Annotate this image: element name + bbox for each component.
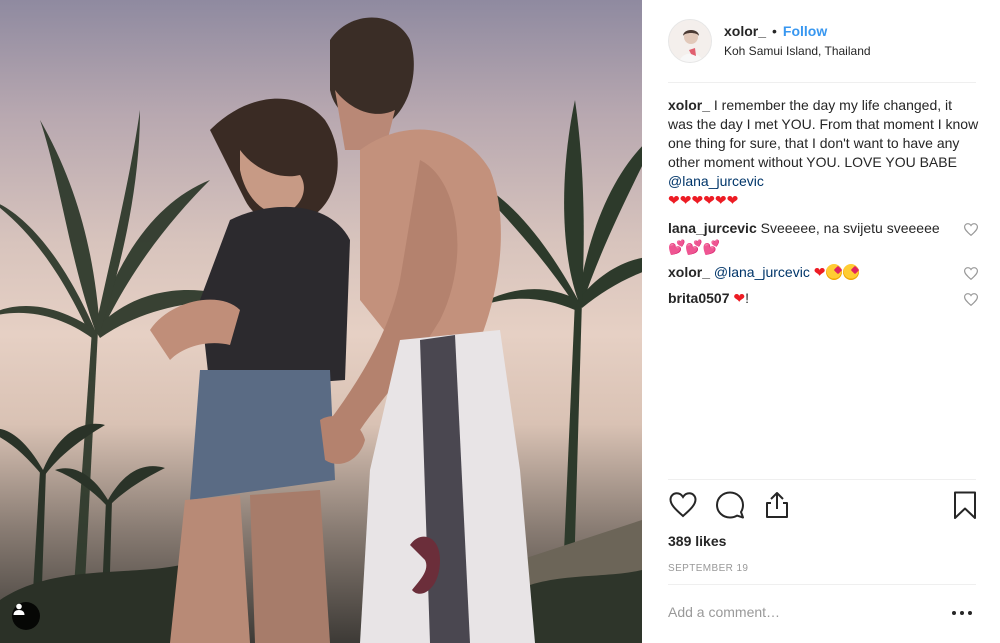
- photo-illustration: [0, 17, 642, 643]
- speech-bubble-icon[interactable]: [715, 490, 745, 520]
- comment-like-icon[interactable]: [964, 267, 978, 280]
- share-icon[interactable]: [762, 490, 792, 520]
- comment-username[interactable]: xolor_: [668, 264, 710, 280]
- comment-like-icon[interactable]: [964, 223, 978, 236]
- action-bar: [668, 490, 978, 524]
- likes-count[interactable]: 389 likes: [668, 533, 726, 549]
- comment-mention[interactable]: @lana_jurcevic: [714, 264, 810, 280]
- comment-text: !: [745, 290, 749, 306]
- comment-username[interactable]: lana_jurcevic: [668, 220, 757, 236]
- caption-mention[interactable]: @lana_jurcevic: [668, 173, 764, 189]
- comment-input-divider: [668, 584, 976, 585]
- separator-dot: •: [772, 23, 777, 40]
- follow-button[interactable]: Follow: [783, 23, 827, 41]
- post-date[interactable]: SEPTEMBER 19: [668, 563, 748, 574]
- post-side-panel: xolor_ • Follow Koh Samui Island, Thaila…: [642, 0, 1000, 643]
- comments-list: xolor_ I remember the day my life change…: [668, 96, 980, 308]
- kiss-emoji-icon: [826, 264, 843, 280]
- heart-outline-icon[interactable]: [668, 490, 698, 520]
- comment-emoji: ❤: [733, 290, 746, 306]
- post-header: xolor_ • Follow Koh Samui Island, Thaila…: [642, 0, 1000, 82]
- post-username[interactable]: xolor_: [724, 23, 766, 41]
- avatar-image: [669, 20, 711, 62]
- post-photo[interactable]: [0, 0, 642, 643]
- actions-divider: [668, 479, 976, 480]
- caption-emoji: ❤❤❤❤❤❤: [668, 192, 739, 208]
- more-options-icon[interactable]: [952, 608, 972, 618]
- comment-username[interactable]: brita0507: [668, 290, 729, 306]
- comment-item: xolor_ @lana_jurcevic ❤: [668, 263, 980, 282]
- avatar[interactable]: [668, 19, 712, 63]
- kiss-emoji-icon: [843, 264, 860, 280]
- caption: xolor_ I remember the day my life change…: [668, 96, 980, 210]
- add-comment-input[interactable]: [668, 597, 928, 627]
- post-location[interactable]: Koh Samui Island, Thailand: [724, 44, 871, 59]
- comment-like-icon[interactable]: [964, 293, 978, 306]
- header-divider: [668, 82, 976, 83]
- comment-emoji: ❤: [813, 264, 826, 280]
- caption-text: I remember the day my life changed, it w…: [668, 97, 979, 170]
- bookmark-icon[interactable]: [950, 490, 980, 520]
- comment-emoji: 💕💕💕: [668, 239, 721, 255]
- comment-item: brita0507 ❤!: [668, 289, 980, 308]
- user-tag-icon[interactable]: [12, 602, 40, 630]
- caption-username[interactable]: xolor_: [668, 97, 710, 113]
- header-text: xolor_ • Follow Koh Samui Island, Thaila…: [724, 23, 871, 59]
- comment-item: lana_jurcevic Sveeeee, na svijetu sveeee…: [668, 219, 980, 257]
- comment-text: Sveeeee, na svijetu sveeeee: [760, 220, 940, 236]
